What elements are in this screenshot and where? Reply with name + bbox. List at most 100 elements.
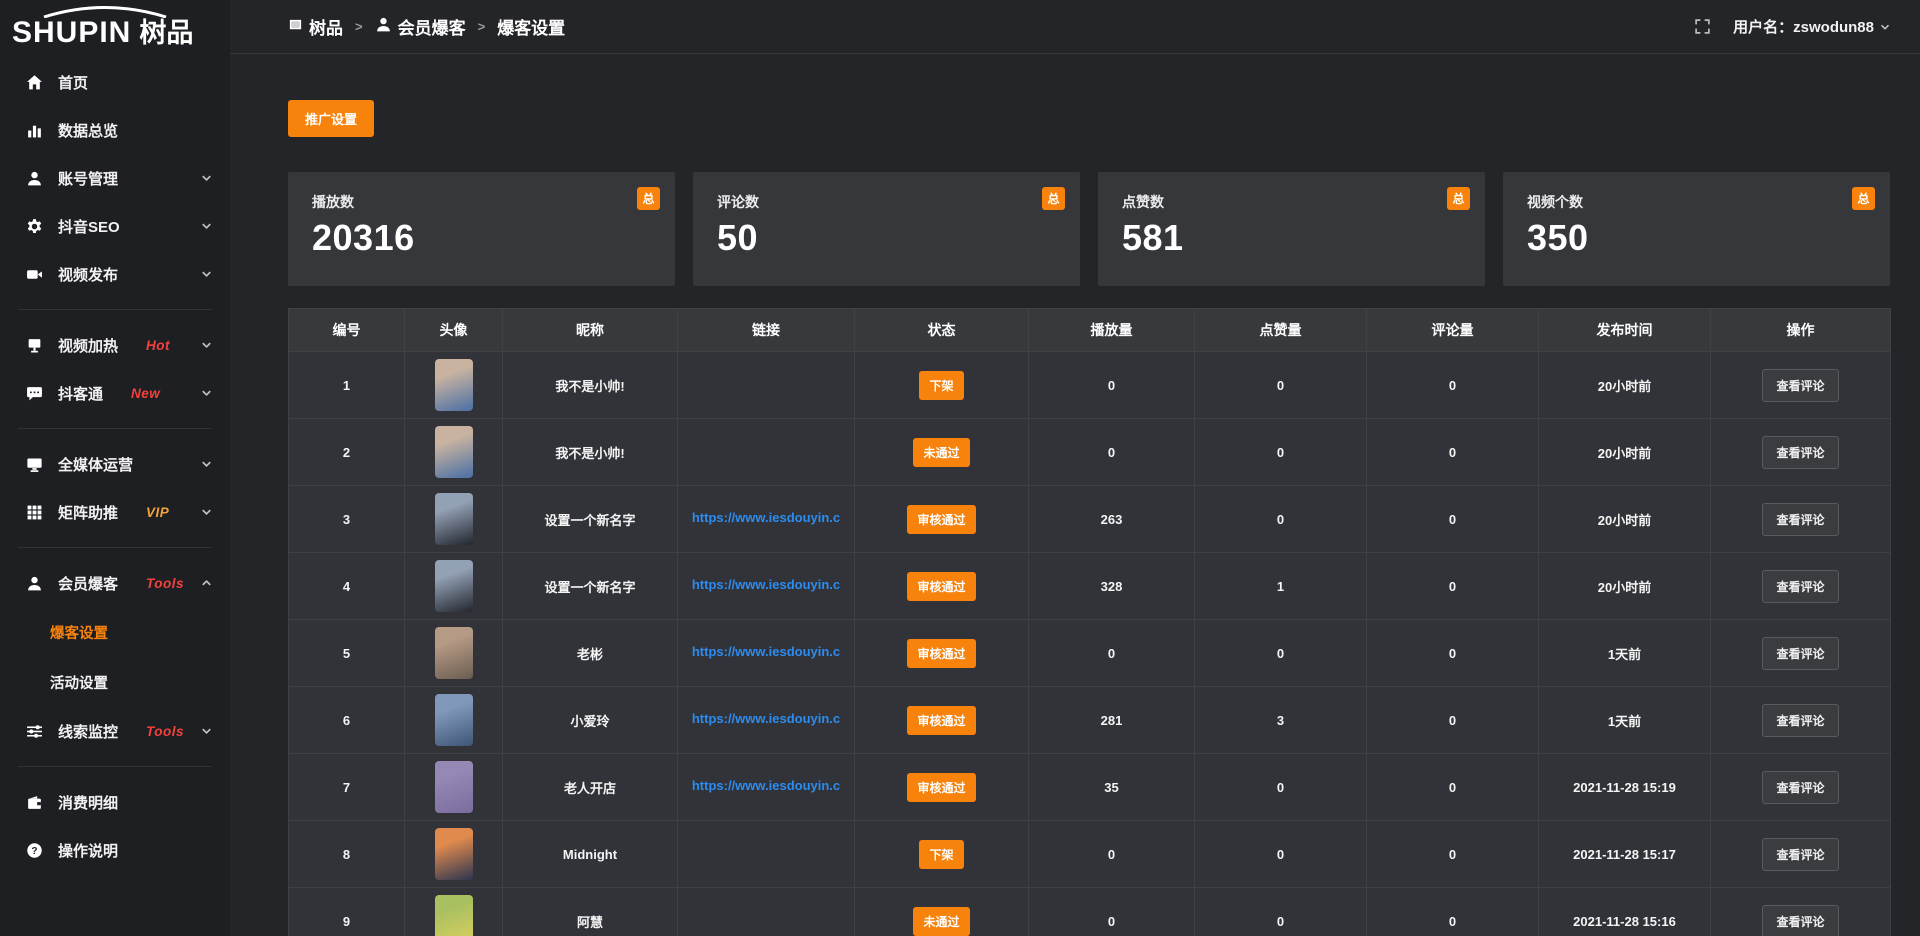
sidebar-item-home[interactable]: 首页 — [0, 58, 230, 106]
avatar — [435, 493, 473, 545]
sidebar-item-label: 视频加热 — [58, 335, 118, 356]
publish-time-cell: 2021-11-28 15:19 — [1539, 754, 1711, 821]
breadcrumb-item[interactable]: 树品 — [288, 14, 343, 39]
view-comments-button[interactable]: 查看评论 — [1762, 704, 1838, 737]
sidebar-item-data-overview[interactable]: 数据总览 — [0, 106, 230, 154]
view-comments-button[interactable]: 查看评论 — [1762, 905, 1838, 936]
sidebar-item-label: 矩阵助推 — [58, 502, 118, 523]
table-row: 5老彬https://www.iesdouyin.c审核通过0001天前查看评论 — [289, 620, 1891, 687]
view-comments-button[interactable]: 查看评论 — [1762, 771, 1838, 804]
sidebar-item-label: 线索监控 — [58, 721, 118, 742]
status-badge[interactable]: 未通过 — [913, 907, 969, 936]
breadcrumb-item[interactable]: 会员爆客 — [375, 14, 466, 39]
sidebar-item-badge: Tools — [146, 724, 184, 739]
link-cell: https://www.iesdouyin.c — [678, 553, 855, 620]
sliders-icon — [26, 723, 43, 740]
breadcrumb: 树品>会员爆客>爆客设置 — [288, 14, 565, 39]
sidebar-item-all-media-ops[interactable]: 全媒体运营 — [0, 440, 230, 488]
status-badge[interactable]: 审核通过 — [907, 773, 975, 802]
sidebar-item-consumption-detail[interactable]: 消费明细 — [0, 778, 230, 826]
sidebar-item-video-heat[interactable]: 视频加热 Hot — [0, 321, 230, 369]
nickname-cell: 我不是小帅! — [503, 352, 678, 419]
breadcrumb-separator: > — [478, 19, 486, 34]
video-link[interactable]: https://www.iesdouyin.c — [692, 711, 840, 726]
link-cell: https://www.iesdouyin.c — [678, 687, 855, 754]
avatar — [435, 359, 473, 411]
avatar-cell — [405, 553, 503, 620]
user-icon — [26, 170, 43, 187]
view-comments-button[interactable]: 查看评论 — [1762, 570, 1838, 603]
sidebar-item-douyin-seo[interactable]: 抖音SEO — [0, 202, 230, 250]
link-cell — [678, 888, 855, 936]
comments-cell: 0 — [1367, 754, 1539, 821]
view-comments-button[interactable]: 查看评论 — [1762, 838, 1838, 871]
avatar — [435, 694, 473, 746]
comments-cell: 0 — [1367, 620, 1539, 687]
avatar-cell — [405, 687, 503, 754]
link-cell: https://www.iesdouyin.c — [678, 754, 855, 821]
publish-time-cell: 2021-11-28 15:17 — [1539, 821, 1711, 888]
link-cell — [678, 821, 855, 888]
sidebar-subitem-baoke-settings[interactable]: 爆客设置 — [0, 607, 230, 657]
chevron-down-icon — [199, 338, 214, 353]
sidebar-item-member-baoke[interactable]: 会员爆客Tools — [0, 559, 230, 607]
breadcrumb-label: 爆客设置 — [497, 14, 565, 39]
camera-icon — [26, 266, 43, 283]
view-comments-button[interactable]: 查看评论 — [1762, 436, 1838, 469]
view-comments-button[interactable]: 查看评论 — [1762, 369, 1838, 402]
status-badge[interactable]: 审核通过 — [907, 706, 975, 735]
view-comments-button[interactable]: 查看评论 — [1762, 637, 1838, 670]
stat-card-label: 点赞数 — [1122, 192, 1485, 212]
status-cell: 未通过 — [855, 419, 1029, 486]
nickname-cell: 我不是小帅! — [503, 419, 678, 486]
video-link[interactable]: https://www.iesdouyin.c — [692, 510, 840, 525]
table-row: 8Midnight下架0002021-11-28 15:17查看评论 — [289, 821, 1891, 888]
sidebar-item-account-management[interactable]: 账号管理 — [0, 154, 230, 202]
column-header: 头像 — [405, 309, 503, 352]
status-badge[interactable]: 审核通过 — [907, 572, 975, 601]
sidebar-item-doukertong[interactable]: 抖客通New — [0, 369, 230, 417]
status-badge[interactable]: 下架 — [919, 840, 963, 869]
sidebar-item-badge: Hot — [146, 338, 170, 353]
action-cell: 查看评论 — [1711, 486, 1891, 553]
view-comments-button[interactable]: 查看评论 — [1762, 503, 1838, 536]
video-link[interactable]: https://www.iesdouyin.c — [692, 644, 840, 659]
breadcrumb-user-icon — [375, 16, 392, 38]
table-row: 4设置一个新名字https://www.iesdouyin.c审核通过32810… — [289, 553, 1891, 620]
promo-settings-button[interactable]: 推广设置 — [288, 100, 374, 137]
avatar-cell — [405, 352, 503, 419]
status-badge[interactable]: 审核通过 — [907, 505, 975, 534]
table-row: 6小爱玲https://www.iesdouyin.c审核通过281301天前查… — [289, 687, 1891, 754]
sidebar-item-video-publish[interactable]: 视频发布 — [0, 250, 230, 298]
breadcrumb-window-icon — [288, 17, 303, 37]
stat-card-total-badge: 总 — [1042, 187, 1065, 210]
row-number-cell: 1 — [289, 352, 405, 419]
table-row: 1我不是小帅!下架00020小时前查看评论 — [289, 352, 1891, 419]
sidebar-item-label: 账号管理 — [58, 168, 118, 189]
video-link[interactable]: https://www.iesdouyin.c — [692, 778, 840, 793]
status-badge[interactable]: 审核通过 — [907, 639, 975, 668]
column-header: 发布时间 — [1539, 309, 1711, 352]
member-icon — [26, 575, 43, 592]
status-badge[interactable]: 未通过 — [913, 438, 969, 467]
sidebar-item-matrix-boost[interactable]: 矩阵助推VIP — [0, 488, 230, 536]
sidebar-subitem-activity-settings[interactable]: 活动设置 — [0, 657, 230, 707]
avatar-cell — [405, 821, 503, 888]
row-number-cell: 8 — [289, 821, 405, 888]
fullscreen-icon[interactable] — [1694, 18, 1711, 35]
chevron-down-icon — [199, 267, 214, 282]
comments-cell: 0 — [1367, 821, 1539, 888]
sidebar-divider — [18, 766, 212, 767]
sidebar-item-operation-guide[interactable]: ?操作说明 — [0, 826, 230, 874]
row-number-cell: 4 — [289, 553, 405, 620]
avatar — [435, 828, 473, 880]
sidebar-item-clue-monitor[interactable]: 线索监控 Tools — [0, 707, 230, 755]
table-header-row: 编号头像昵称链接状态播放量点赞量评论量发布时间操作 — [289, 309, 1891, 352]
username-dropdown[interactable]: 用户名：zswodun88 — [1733, 16, 1892, 37]
sidebar-item-badge: New — [131, 386, 160, 401]
svg-text:?: ? — [31, 846, 37, 857]
column-header: 点赞量 — [1195, 309, 1367, 352]
comments-cell: 0 — [1367, 687, 1539, 754]
video-link[interactable]: https://www.iesdouyin.c — [692, 577, 840, 592]
status-badge[interactable]: 下架 — [919, 371, 963, 400]
